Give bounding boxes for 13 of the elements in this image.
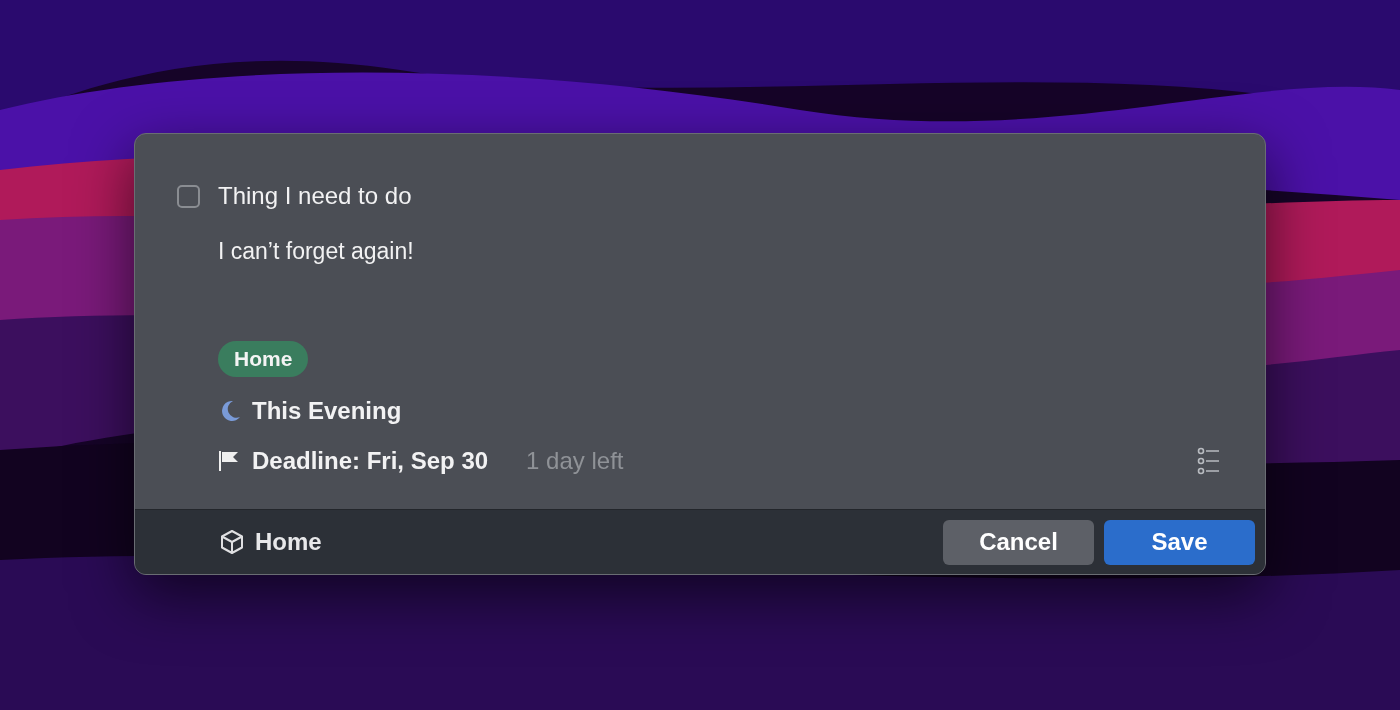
tag[interactable]: Home — [218, 341, 309, 377]
save-button[interactable]: Save — [1104, 519, 1255, 565]
box-icon — [219, 529, 245, 555]
remaining-text: 1 day left — [526, 447, 624, 475]
cancel-button[interactable]: Cancel — [943, 519, 1094, 565]
flag-icon — [218, 450, 240, 472]
task-title[interactable]: Thing I need to do — [218, 182, 412, 210]
checkbox[interactable] — [177, 184, 200, 208]
checklist-icon[interactable] — [1197, 447, 1221, 475]
when-label[interactable]: This Evening — [252, 397, 402, 425]
task-notes[interactable]: I can’t forget again! — [218, 238, 414, 265]
deadline-label[interactable]: Deadline: Fri, Sep 30 — [252, 447, 489, 475]
area-label[interactable]: Home — [255, 528, 933, 556]
